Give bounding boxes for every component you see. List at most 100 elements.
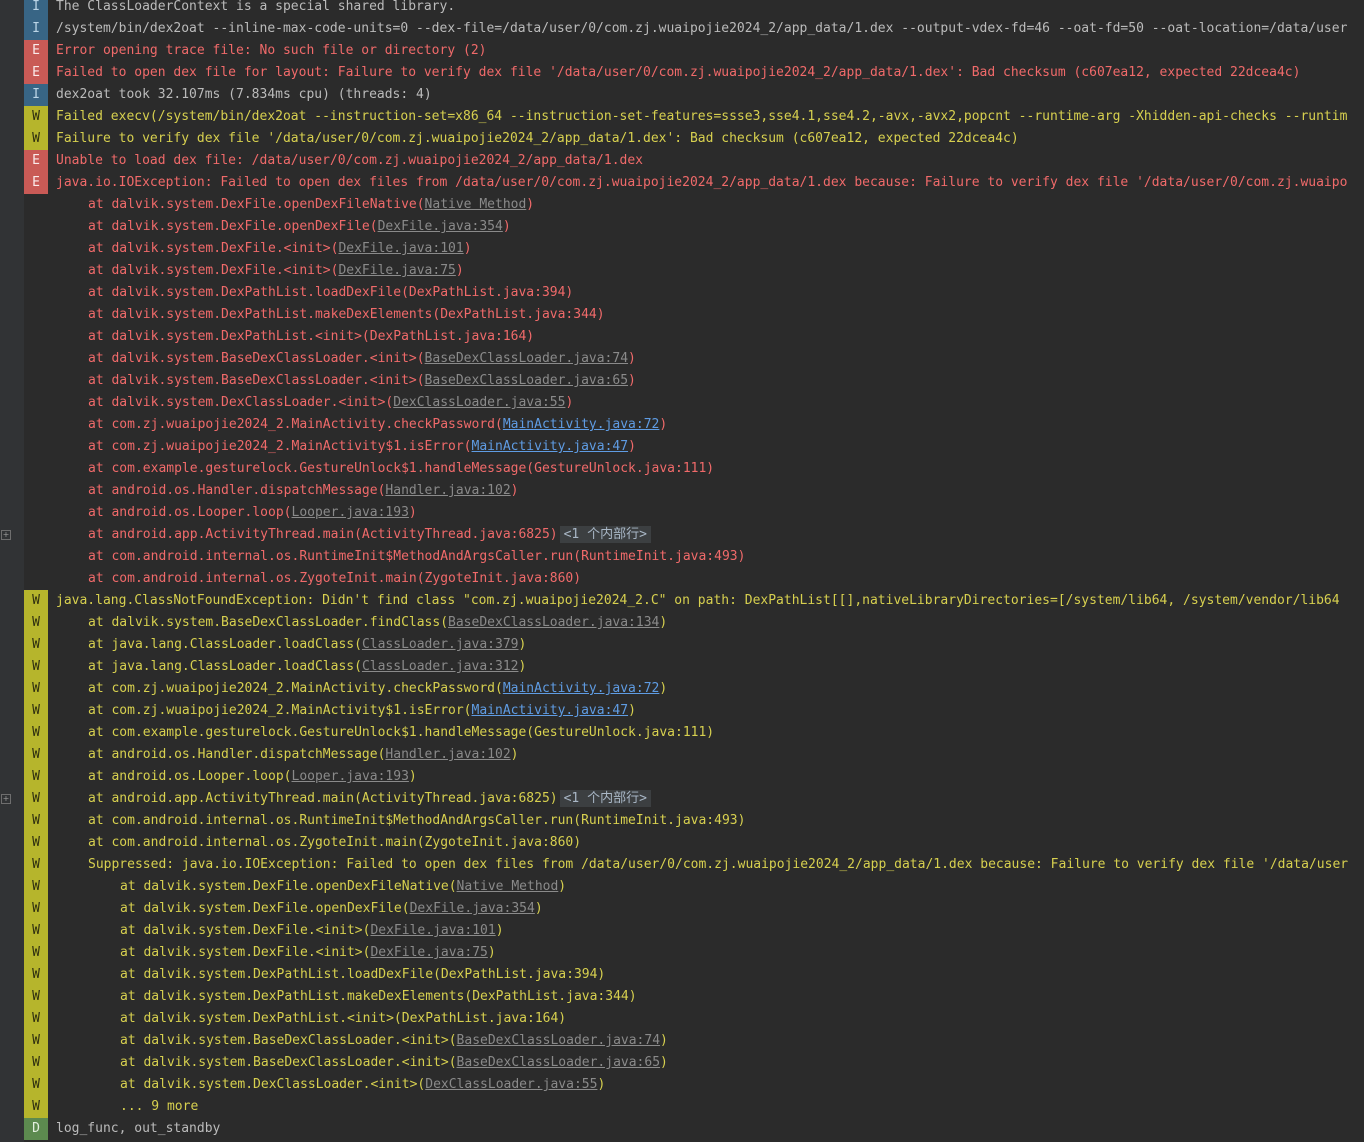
source-link[interactable]: BaseDexClassLoader.java:65 (425, 373, 629, 388)
log-message: at dalvik.system.DexPathList.makeDexElem… (88, 304, 605, 326)
log-text: java.lang.ClassNotFoundException: Didn't… (56, 593, 1340, 608)
log-level-badge: W (24, 832, 48, 854)
log-level-badge: I (24, 18, 48, 40)
log-level-badge: W (24, 634, 48, 656)
log-line: W Suppressed: java.io.IOException: Failed… (0, 854, 1364, 876)
log-line: Wat java.lang.ClassLoader.loadClass(Clas… (0, 634, 1364, 656)
log-level-badge: W (24, 876, 48, 898)
log-text: ) (534, 901, 543, 916)
log-level-badge: W (24, 1074, 48, 1096)
source-link[interactable]: DexFile.java:101 (338, 241, 463, 256)
log-level-badge: W (24, 106, 48, 128)
source-link[interactable]: MainActivity.java:47 (472, 703, 629, 718)
log-text: at android.os.Looper.loop( (88, 505, 292, 520)
log-text: ) (408, 505, 417, 520)
log-message: ... 9 more (120, 1096, 198, 1118)
log-message: java.io.IOException: Failed to open dex … (56, 172, 1347, 194)
log-message: at com.android.internal.os.ZygoteInit.ma… (88, 568, 581, 590)
source-link[interactable]: Native Method (425, 197, 527, 212)
log-text: at dalvik.system.DexClassLoader.<init>( (88, 395, 394, 410)
log-message: The ClassLoaderContext is a special shar… (56, 0, 455, 18)
log-line: + Wat android.app.ActivityThread.main(Act… (0, 788, 1364, 810)
log-text: ) (659, 681, 668, 696)
log-line: Wat dalvik.system.DexPathList.<init>(Dex… (0, 1008, 1364, 1030)
source-link[interactable]: DexFile.java:75 (338, 263, 455, 278)
log-level-badge: E (24, 40, 48, 62)
log-line: at dalvik.system.DexClassLoader.<init>(D… (0, 392, 1364, 414)
log-text: java.io.IOException: Failed to open dex … (56, 175, 1348, 190)
log-message: dex2oat took 32.107ms (7.834ms cpu) (thr… (56, 84, 432, 106)
fold-expand-icon[interactable]: + (1, 530, 11, 540)
log-message: at dalvik.system.DexPathList.loadDexFile… (88, 282, 573, 304)
log-message: Error opening trace file: No such file o… (56, 40, 486, 62)
source-link[interactable]: BaseDexClassLoader.java:74 (457, 1033, 661, 1048)
log-line: at dalvik.system.DexPathList.makeDexElem… (0, 304, 1364, 326)
log-text: at com.zj.wuaipojie2024_2.MainActivity$1… (88, 439, 472, 454)
source-link[interactable]: MainActivity.java:72 (503, 417, 660, 432)
log-text: ) (597, 1077, 606, 1092)
source-link[interactable]: BaseDexClassLoader.java:134 (448, 615, 659, 630)
log-text: ) (659, 615, 668, 630)
log-line: at com.zj.wuaipojie2024_2.MainActivity.c… (0, 414, 1364, 436)
log-level-badge: I (24, 0, 48, 18)
log-text: at com.android.internal.os.RuntimeInit$M… (88, 549, 746, 564)
log-text: dex2oat took 32.107ms (7.834ms cpu) (thr… (56, 87, 432, 102)
log-level-badge: W (24, 128, 48, 150)
log-line: at dalvik.system.DexFile.<init>(DexFile.… (0, 238, 1364, 260)
log-line: I/system/bin/dex2oat --inline-max-code-u… (0, 18, 1364, 40)
source-link[interactable]: DexFile.java:354 (378, 219, 503, 234)
log-text: ) (628, 351, 636, 366)
log-text: at com.example.gesturelock.GestureUnlock… (88, 461, 715, 476)
log-level-badge: D (24, 1118, 48, 1140)
log-text: ) (558, 879, 567, 894)
source-link[interactable]: Handler.java:102 (385, 483, 510, 498)
source-link[interactable]: DexClassLoader.java:55 (425, 1077, 597, 1092)
source-link[interactable]: BaseDexClassLoader.java:74 (425, 351, 629, 366)
source-link[interactable]: ClassLoader.java:312 (362, 659, 519, 674)
log-line: Ejava.io.IOException: Failed to open dex… (0, 172, 1364, 194)
log-line: Wat com.android.internal.os.ZygoteInit.m… (0, 832, 1364, 854)
log-line: at com.example.gesturelock.GestureUnlock… (0, 458, 1364, 480)
source-link[interactable]: MainActivity.java:72 (503, 681, 660, 696)
log-message: Failed execv(/system/bin/dex2oat --instr… (56, 106, 1347, 128)
log-text: at dalvik.system.DexPathList.makeDexElem… (120, 989, 637, 1004)
log-message: at dalvik.system.BaseDexClassLoader.<ini… (88, 370, 636, 392)
log-message: at dalvik.system.BaseDexClassLoader.<ini… (120, 1030, 668, 1052)
source-link[interactable]: MainActivity.java:47 (472, 439, 629, 454)
log-text: at dalvik.system.DexPathList.<init>(DexP… (88, 329, 535, 344)
log-line: at dalvik.system.DexFile.openDexFile(Dex… (0, 216, 1364, 238)
source-link[interactable]: DexFile.java:101 (370, 923, 495, 938)
log-text: at dalvik.system.BaseDexClassLoader.find… (88, 615, 449, 630)
log-text: at dalvik.system.DexClassLoader.<init>( (120, 1077, 426, 1092)
log-message: /system/bin/dex2oat --inline-max-code-un… (56, 18, 1347, 40)
log-line: I The ClassLoaderContext is a special sha… (0, 0, 1364, 18)
log-line: Wat com.android.internal.os.RuntimeInit$… (0, 810, 1364, 832)
log-level-badge: W (24, 744, 48, 766)
source-link[interactable]: DexFile.java:354 (410, 901, 535, 916)
log-level-badge: W (24, 766, 48, 788)
log-level-badge: W (24, 810, 48, 832)
log-message: at dalvik.system.DexFile.<init>(DexFile.… (88, 260, 464, 282)
log-message: at java.lang.ClassLoader.loadClass(Class… (88, 656, 526, 678)
source-link[interactable]: ClassLoader.java:379 (362, 637, 519, 652)
log-text: ) (495, 923, 504, 938)
source-link[interactable]: Handler.java:102 (385, 747, 510, 762)
source-link[interactable]: DexFile.java:75 (370, 945, 487, 960)
log-level-badge: W (24, 964, 48, 986)
log-message: at dalvik.system.BaseDexClassLoader.find… (88, 612, 667, 634)
log-level-badge: W (24, 898, 48, 920)
source-link[interactable]: Looper.java:193 (292, 505, 409, 520)
source-link[interactable]: Native Method (457, 879, 559, 894)
source-link[interactable]: Looper.java:193 (292, 769, 409, 784)
log-text: The ClassLoaderContext is a special shar… (56, 0, 456, 14)
log-text: at dalvik.system.DexPathList.<init>(DexP… (120, 1011, 567, 1026)
source-link[interactable]: BaseDexClassLoader.java:65 (457, 1055, 661, 1070)
source-link[interactable]: DexClassLoader.java:55 (393, 395, 565, 410)
collapsed-lines-badge[interactable]: <1 个内部行> (559, 526, 651, 543)
log-level-badge: W (24, 678, 48, 700)
log-text: at dalvik.system.BaseDexClassLoader.<ini… (120, 1055, 457, 1070)
log-line: E Failed to open dex file for layout: Fai… (0, 62, 1364, 84)
log-line: Wat dalvik.system.DexFile.openDexFileNat… (0, 876, 1364, 898)
fold-expand-icon[interactable]: + (1, 794, 11, 804)
collapsed-lines-badge[interactable]: <1 个内部行> (559, 790, 651, 807)
